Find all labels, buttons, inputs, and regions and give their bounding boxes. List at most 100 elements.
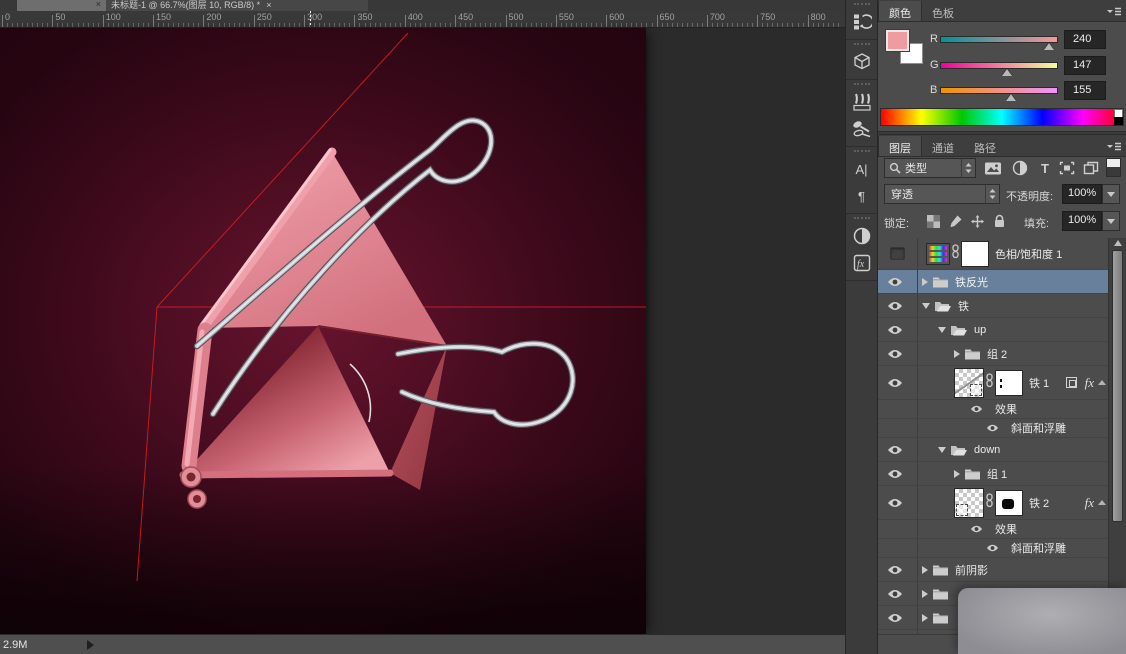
slider-thumb-icon[interactable]: [1044, 43, 1054, 50]
lock-image-icon[interactable]: [944, 211, 966, 231]
layers-scrollbar[interactable]: [1108, 238, 1126, 634]
channel-slider-g[interactable]: [940, 62, 1058, 69]
effects-header-row[interactable]: 效果: [878, 400, 1108, 419]
lock-position-icon[interactable]: [966, 211, 988, 231]
effect-row[interactable]: 斜面和浮雕: [878, 419, 1108, 438]
visibility-toggle[interactable]: [878, 520, 918, 538]
channel-value-b[interactable]: 155: [1064, 81, 1106, 100]
channel-slider-b[interactable]: [940, 87, 1058, 94]
shape-filter-icon[interactable]: [1056, 158, 1078, 178]
close-icon[interactable]: ×: [266, 0, 271, 11]
visibility-toggle[interactable]: [878, 294, 918, 317]
slider-thumb-icon[interactable]: [1002, 69, 1012, 76]
caret-right-icon[interactable]: [922, 278, 928, 286]
adjustment-layer-thumbnail[interactable]: [926, 243, 950, 265]
visibility-toggle[interactable]: [878, 342, 918, 365]
fill-dropdown-button[interactable]: [1102, 211, 1120, 231]
horizontal-ruler[interactable]: 0501001502002503003504004505005506006507…: [0, 11, 845, 28]
visibility-toggle[interactable]: [878, 462, 918, 485]
visibility-toggle[interactable]: [878, 438, 918, 461]
styles-panel-icon[interactable]: fx: [848, 250, 875, 276]
visibility-eye-icon[interactable]: [887, 469, 903, 479]
visibility-toggle[interactable]: [878, 558, 918, 581]
layer-group-row[interactable]: 铁反光: [878, 270, 1108, 294]
visibility-well[interactable]: [890, 247, 905, 260]
caret-right-icon[interactable]: [954, 470, 960, 478]
layer-row[interactable]: 铁 2fx: [878, 486, 1108, 520]
visibility-toggle[interactable]: [878, 606, 918, 629]
dropdown-stepper-icon[interactable]: [961, 159, 975, 177]
canvas-viewport[interactable]: [0, 28, 845, 634]
foreground-color-swatch[interactable]: [886, 30, 909, 51]
channel-value-r[interactable]: 240: [1064, 30, 1106, 49]
fx-collapse-icon[interactable]: [1098, 380, 1106, 385]
adjustment-row[interactable]: 色相/饱和度 1: [878, 238, 1108, 270]
color-spectrum-ramp[interactable]: [880, 108, 1124, 126]
visibility-toggle[interactable]: [878, 539, 918, 557]
visibility-eye-icon[interactable]: [887, 349, 903, 359]
fill-value[interactable]: 100%: [1062, 211, 1102, 231]
visibility-toggle[interactable]: [878, 270, 918, 293]
layer-mask-thumbnail[interactable]: [995, 370, 1023, 396]
caret-right-icon[interactable]: [922, 614, 928, 622]
visibility-toggle[interactable]: [878, 400, 918, 418]
scroll-up-icon[interactable]: [1114, 240, 1122, 246]
paragraph-panel-icon[interactable]: ¶: [848, 183, 875, 209]
effect-row[interactable]: 斜面和浮雕: [878, 539, 1108, 558]
layer-filter-toggle[interactable]: [1106, 158, 1121, 177]
layer-group-row[interactable]: 组 1: [878, 462, 1108, 486]
layer-fx-badge[interactable]: fx: [1085, 495, 1094, 511]
drag-grip-icon[interactable]: [854, 3, 870, 7]
visibility-eye-icon[interactable]: [887, 498, 903, 508]
drag-grip-icon[interactable]: [854, 43, 870, 47]
image-filter-icon[interactable]: [982, 158, 1004, 178]
visibility-eye-icon[interactable]: [970, 525, 983, 533]
visibility-eye-icon[interactable]: [986, 424, 999, 432]
lock-transparency-icon[interactable]: [922, 211, 944, 231]
visibility-toggle[interactable]: [878, 582, 918, 605]
visibility-eye-icon[interactable]: [887, 589, 903, 599]
layer-row[interactable]: 铁 1fx: [878, 366, 1108, 400]
visibility-toggle[interactable]: [878, 318, 918, 341]
fx-collapse-icon[interactable]: [1098, 500, 1106, 505]
smart-object-filter-icon[interactable]: [1080, 158, 1102, 178]
visibility-eye-icon[interactable]: [887, 445, 903, 455]
visibility-toggle[interactable]: [878, 419, 918, 437]
visibility-toggle[interactable]: [878, 366, 918, 399]
visibility-eye-icon[interactable]: [887, 325, 903, 335]
caret-right-icon[interactable]: [922, 590, 928, 598]
layer-mask-thumbnail[interactable]: [961, 241, 989, 267]
status-menu-arrow-icon[interactable]: [87, 640, 94, 650]
drag-grip-icon[interactable]: [854, 217, 870, 221]
layer-group-row[interactable]: 前阴影: [878, 558, 1108, 582]
layer-filter-type-dropdown[interactable]: 类型: [884, 158, 976, 178]
drag-grip-icon[interactable]: [854, 150, 870, 154]
layer-group-row[interactable]: 组 2: [878, 342, 1108, 366]
3d-panel-icon[interactable]: [848, 49, 875, 75]
type-filter-icon[interactable]: T: [1034, 158, 1056, 178]
caret-down-icon[interactable]: [938, 327, 946, 333]
black-swatch[interactable]: [1114, 117, 1123, 125]
effects-header-row[interactable]: 效果: [878, 520, 1108, 539]
color-panel-tab-颜色[interactable]: 颜色: [878, 1, 922, 21]
channel-value-g[interactable]: 147: [1064, 56, 1106, 75]
visibility-eye-icon[interactable]: [887, 301, 903, 311]
document-tab[interactable]: 未标题-1 @ 66.7%(图层 10, RGB/8) * ×: [106, 0, 368, 11]
visibility-eye-icon[interactable]: [887, 277, 903, 287]
layer-thumbnail[interactable]: [954, 488, 984, 518]
other-document-tab[interactable]: ×: [17, 0, 106, 11]
layer-mask-thumbnail[interactable]: [995, 490, 1023, 516]
close-icon[interactable]: ×: [96, 0, 101, 9]
color-panel-tab-色板[interactable]: 色板: [922, 1, 964, 21]
visibility-eye-icon[interactable]: [970, 405, 983, 413]
layers-panel-tab-通道[interactable]: 通道: [922, 136, 964, 156]
brush-panel-icon[interactable]: [848, 89, 875, 115]
lock-all-icon[interactable]: [988, 211, 1010, 231]
dropdown-stepper-icon[interactable]: [985, 185, 999, 203]
visibility-eye-icon[interactable]: [887, 378, 903, 388]
opacity-value[interactable]: 100%: [1062, 184, 1102, 204]
opacity-dropdown-button[interactable]: [1102, 184, 1120, 204]
caret-down-icon[interactable]: [922, 303, 930, 309]
panel-menu-icon[interactable]: [1106, 140, 1122, 158]
clone-source-panel-icon[interactable]: [848, 116, 875, 142]
